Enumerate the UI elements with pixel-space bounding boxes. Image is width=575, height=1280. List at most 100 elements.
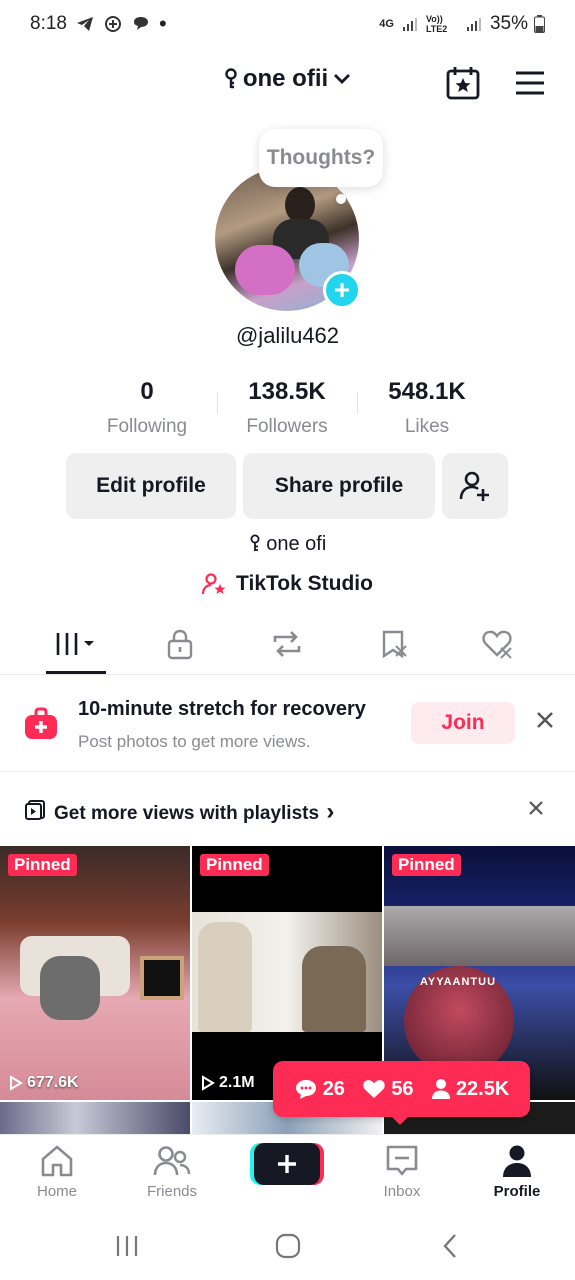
share-profile-button[interactable]: Share profile bbox=[243, 453, 435, 519]
account-key-icon bbox=[225, 68, 237, 89]
stat-label: Followers bbox=[246, 416, 328, 437]
thumb-person bbox=[198, 922, 252, 1032]
engagement-notification[interactable]: 26 56 22.5K bbox=[273, 1061, 530, 1117]
profile-actions: Edit profile Share profile bbox=[66, 453, 508, 519]
play-icon bbox=[10, 1075, 23, 1091]
nav-inbox[interactable]: Inbox bbox=[352, 1143, 452, 1200]
view-count: 2.1M bbox=[201, 1074, 255, 1092]
challenge-banner[interactable]: 10-minute stretch for recovery Post phot… bbox=[0, 676, 575, 772]
thumb-crowd bbox=[384, 906, 575, 966]
tiktok-studio-link[interactable]: TikTok Studio bbox=[0, 572, 575, 596]
video-thumbnail[interactable]: Pinned 677.6K bbox=[0, 846, 190, 1100]
nav-profile[interactable]: Profile bbox=[467, 1143, 567, 1200]
account-name: one ofii bbox=[242, 65, 329, 92]
back-chevron-icon bbox=[443, 1234, 456, 1258]
add-friends-button[interactable] bbox=[442, 453, 508, 519]
likes-count: 56 bbox=[362, 1078, 414, 1101]
volte-indicator: Vo)) LTE2 bbox=[425, 14, 448, 34]
create-button[interactable] bbox=[254, 1143, 320, 1185]
join-challenge-button[interactable]: Join bbox=[411, 702, 515, 744]
nav-profile-label: Profile bbox=[493, 1183, 541, 1200]
video-thumbnail[interactable] bbox=[0, 1102, 190, 1136]
followers-count: 22.5K bbox=[431, 1078, 509, 1101]
notification-app-icon bbox=[104, 16, 121, 32]
chevron-down-icon bbox=[334, 74, 351, 84]
status-bar: 8:18 • 4G Vo)) LTE2 35% bbox=[0, 0, 575, 48]
stat-label: Likes bbox=[404, 416, 450, 437]
profile-header: one ofii bbox=[0, 55, 575, 111]
battery-icon bbox=[534, 15, 545, 33]
first-aid-kit-icon bbox=[25, 707, 57, 739]
home-icon bbox=[41, 1145, 73, 1177]
tab-videos[interactable] bbox=[46, 625, 106, 663]
profile-stats: 0 Following 138.5K Followers 548.1K Like… bbox=[77, 374, 497, 444]
avatar-photo-baby-pink bbox=[235, 245, 295, 295]
engagement-pill-tail bbox=[390, 1115, 410, 1125]
studio-user-star-icon bbox=[202, 573, 226, 595]
create-icon bbox=[278, 1155, 296, 1173]
account-switcher[interactable]: one ofii bbox=[0, 65, 575, 93]
status-time: 8:18 bbox=[30, 13, 67, 34]
stat-divider bbox=[357, 392, 358, 414]
nav-home-label: Home bbox=[36, 1183, 77, 1200]
add-story-button[interactable]: + bbox=[323, 271, 361, 309]
playlist-banner[interactable]: Get more views with playlists › bbox=[0, 790, 575, 830]
favorites-icon bbox=[382, 630, 407, 659]
thumb-person bbox=[302, 946, 366, 1032]
bottom-navigation: Home Friends Inbox Profile bbox=[0, 1134, 575, 1210]
active-tab-indicator bbox=[46, 671, 106, 674]
view-count-text: 677.6K bbox=[27, 1074, 79, 1091]
stat-label: Following bbox=[106, 416, 188, 437]
more-notifications-dot: • bbox=[158, 11, 167, 36]
view-count-text: 2.1M bbox=[219, 1074, 255, 1091]
comments-count: 26 bbox=[294, 1078, 345, 1101]
status-right: 4G Vo)) LTE2 35% bbox=[379, 13, 545, 35]
thumb-overlay-text: AYYAANTUU bbox=[420, 976, 497, 988]
stat-value: 548.1K bbox=[388, 378, 466, 405]
heart-icon bbox=[363, 1080, 386, 1098]
creator-calendar-icon[interactable] bbox=[445, 65, 481, 101]
tab-reposts[interactable] bbox=[257, 625, 317, 663]
home-system-button[interactable] bbox=[268, 1230, 308, 1262]
stat-following[interactable]: 0 Following bbox=[77, 374, 217, 444]
playlist-text: Get more views with playlists bbox=[54, 803, 320, 824]
studio-label: TikTok Studio bbox=[236, 572, 373, 595]
chat-bubble-icon bbox=[133, 17, 148, 30]
username: @jalilu462 bbox=[235, 323, 340, 348]
nav-home[interactable]: Home bbox=[7, 1143, 107, 1200]
close-challenge-button[interactable] bbox=[530, 706, 560, 736]
pinned-badge: Pinned bbox=[8, 854, 77, 876]
chevron-right-icon: › bbox=[326, 798, 335, 825]
profile-avatar-wrap[interactable]: + bbox=[215, 167, 361, 311]
playlist-icon bbox=[25, 800, 45, 820]
followers-value: 22.5K bbox=[455, 1077, 510, 1100]
recents-button[interactable] bbox=[107, 1230, 147, 1262]
inbox-icon bbox=[386, 1145, 418, 1176]
stat-divider bbox=[217, 392, 218, 414]
stat-value: 138.5K bbox=[248, 378, 326, 405]
back-button[interactable] bbox=[430, 1230, 470, 1262]
pinned-badge: Pinned bbox=[200, 854, 269, 876]
content-tabs bbox=[0, 615, 575, 675]
pinned-badge: Pinned bbox=[392, 854, 461, 876]
tab-private[interactable] bbox=[150, 625, 210, 663]
tab-liked[interactable] bbox=[468, 625, 528, 663]
nav-friends[interactable]: Friends bbox=[122, 1143, 222, 1200]
stat-likes[interactable]: 548.1K Likes bbox=[357, 374, 497, 444]
close-playlist-banner-button[interactable] bbox=[528, 795, 544, 823]
bio-key-icon bbox=[250, 534, 260, 551]
person-icon bbox=[431, 1079, 450, 1099]
stat-followers[interactable]: 138.5K Followers bbox=[217, 374, 357, 444]
telegram-icon bbox=[76, 17, 93, 31]
play-icon bbox=[202, 1075, 215, 1091]
nav-friends-label: Friends bbox=[146, 1183, 198, 1200]
tab-favorites[interactable] bbox=[364, 625, 424, 663]
thoughts-bubble[interactable]: Thoughts? bbox=[259, 129, 383, 187]
menu-icon[interactable] bbox=[512, 65, 548, 101]
challenge-title: 10-minute stretch for recovery bbox=[78, 698, 366, 720]
repost-icon bbox=[273, 631, 301, 657]
edit-profile-button[interactable]: Edit profile bbox=[66, 453, 236, 519]
bio: one ofi bbox=[0, 533, 575, 556]
avatar-photo-person bbox=[285, 187, 315, 223]
close-icon bbox=[529, 801, 543, 815]
